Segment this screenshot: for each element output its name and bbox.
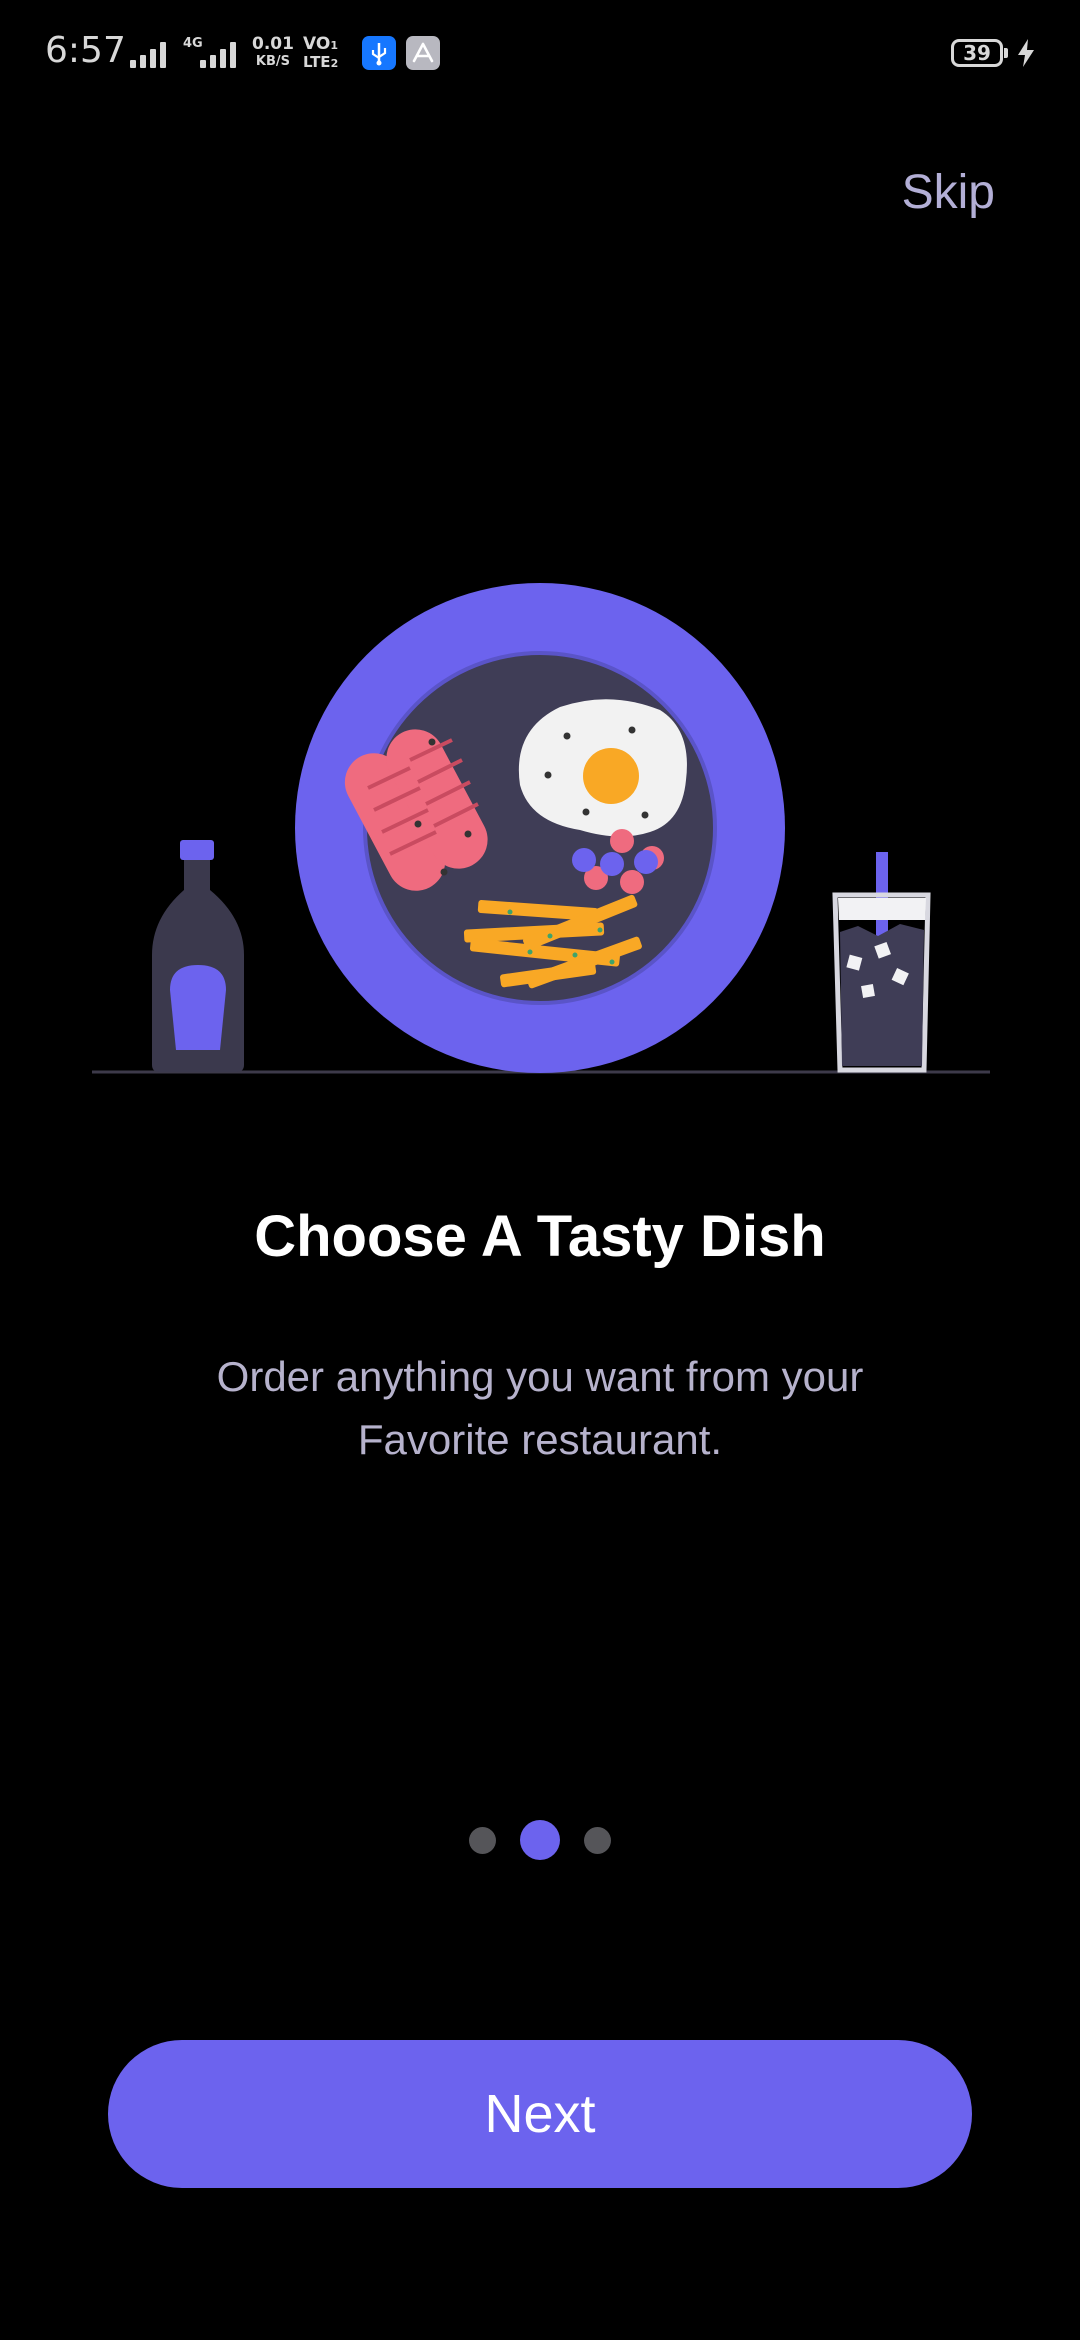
battery-icon: 39 — [951, 39, 1003, 67]
status-time: 6:57 — [45, 30, 126, 71]
status-bar: 6:57 4G 0.01 KB/S VO1 LTE2 39 — [0, 0, 1080, 110]
sim1-tag: 1 — [330, 39, 338, 52]
battery-level: 39 — [963, 41, 991, 65]
sauce-bottle — [152, 840, 244, 1072]
signal-4g-icon — [200, 42, 236, 68]
skip-button[interactable]: Skip — [902, 165, 995, 220]
sim2-tag: 2 — [330, 57, 339, 70]
next-button[interactable]: Next — [108, 2040, 972, 2188]
usb-debug-icon — [362, 36, 396, 70]
drink-glass — [832, 852, 931, 1073]
page-dot-1 — [469, 1826, 496, 1854]
volte-top: VO — [303, 34, 331, 54]
volte-indicator: VO1 LTE2 — [303, 36, 338, 72]
volte-bottom: LTE — [303, 53, 331, 71]
onboarding-subtitle: Order anything you want from your Favori… — [216, 1353, 864, 1463]
fried-egg — [518, 699, 687, 837]
charging-icon — [1018, 39, 1034, 67]
page-dot-3 — [584, 1826, 611, 1854]
data-speed-unit: KB/S — [255, 54, 291, 69]
signal-icon — [130, 42, 166, 68]
battery-nub — [1004, 48, 1008, 58]
page-indicator — [0, 1820, 1080, 1860]
dish-illustration — [92, 583, 990, 1074]
data-speed-value: 0.01 — [252, 34, 294, 54]
data-speed: 0.01 KB/S — [252, 36, 294, 70]
app-store-icon — [406, 36, 440, 70]
page-dot-2-active — [520, 1820, 560, 1860]
onboarding-title: Choose A Tasty Dish — [254, 1204, 826, 1269]
